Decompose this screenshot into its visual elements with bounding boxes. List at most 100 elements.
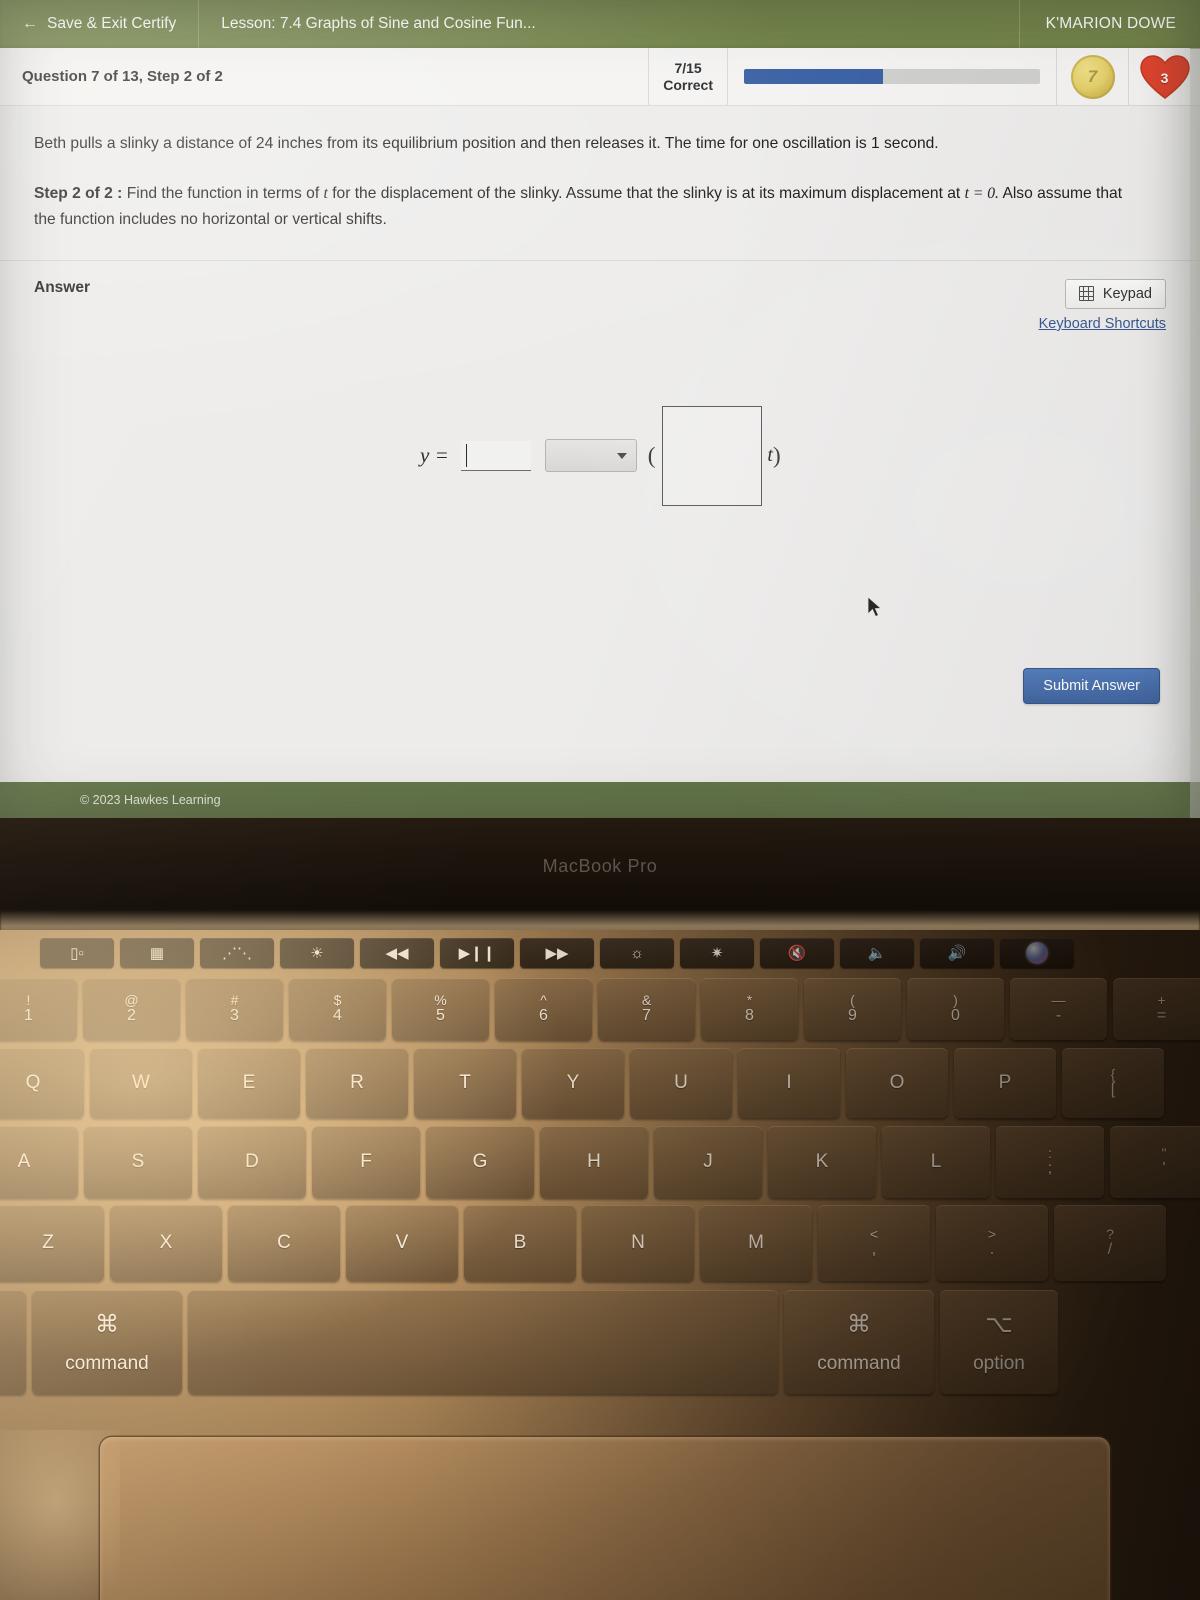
key-5-upper: % xyxy=(434,991,447,1008)
answer-tools: Keypad Keyboard Shortcuts xyxy=(1039,278,1166,332)
key-n[interactable]: N xyxy=(582,1205,694,1281)
key-v[interactable]: V xyxy=(346,1205,458,1281)
key-1[interactable]: ! 1 xyxy=(0,978,77,1040)
key-4[interactable]: $4 xyxy=(289,978,386,1040)
key-8-lower: 8 xyxy=(745,1007,754,1025)
key-7[interactable]: & 7 xyxy=(598,978,695,1040)
key-k-label: K xyxy=(815,1151,829,1172)
key-b[interactable]: B xyxy=(464,1205,576,1281)
launchpad-key[interactable]: ▦ xyxy=(120,938,194,968)
submit-answer-button[interactable]: Submit Answer xyxy=(1023,667,1160,704)
key-equals-lower: = xyxy=(1156,1007,1167,1025)
option-key-right[interactable]: ⌥ option xyxy=(940,1290,1058,1394)
key-h[interactable]: H xyxy=(540,1126,648,1198)
key-bracket-left[interactable]: {[ xyxy=(1062,1048,1164,1118)
key-period-upper: > xyxy=(987,1225,997,1242)
progress-track xyxy=(744,69,1040,84)
key-t[interactable]: T xyxy=(414,1048,516,1118)
brightness-up-key[interactable]: ✷ xyxy=(680,938,754,968)
key-6[interactable]: ^ 6 xyxy=(495,978,592,1040)
option-key-left[interactable]: ⌥ xyxy=(0,1290,26,1394)
question-prompt: Beth pulls a slinky a distance of 24 inc… xyxy=(34,135,939,152)
key-minus[interactable]: — - xyxy=(1010,978,1107,1040)
command-key-right-label: command xyxy=(817,1352,901,1374)
key-x[interactable]: X xyxy=(110,1205,222,1281)
answer-header: Answer Keypad Keyboard Shortcuts xyxy=(34,278,1166,332)
key-g[interactable]: G xyxy=(426,1126,534,1198)
key-r[interactable]: R xyxy=(306,1048,408,1118)
key-period[interactable]: >. xyxy=(936,1205,1048,1281)
key-2[interactable]: @2 xyxy=(83,978,180,1040)
coefficient-input[interactable] xyxy=(460,440,531,471)
brightness-down-key[interactable]: ☼ xyxy=(600,938,674,968)
key-m[interactable]: M xyxy=(700,1205,812,1281)
key-w[interactable]: W xyxy=(90,1048,192,1118)
key-u[interactable]: U xyxy=(630,1048,732,1118)
key-k[interactable]: K xyxy=(768,1126,876,1198)
key-j-label: J xyxy=(703,1151,713,1172)
progress-fill xyxy=(744,69,884,84)
key-9-lower: 9 xyxy=(848,1007,857,1025)
key-l[interactable]: L xyxy=(882,1126,990,1198)
key-e[interactable]: E xyxy=(198,1048,300,1118)
copyright-label: © 2023 Hawkes Learning xyxy=(80,793,221,807)
key-slash[interactable]: ? / xyxy=(1054,1205,1166,1281)
function-key-row: ▯▫ ▦ ⋰⋱ ☀ ◀◀ ▶❙❙ ▶▶ ☼ ✷ 🔇 🔈 🔊 xyxy=(40,938,1074,968)
key-equals[interactable]: + = xyxy=(1113,978,1200,1040)
mission-control-key[interactable]: ▯▫ xyxy=(40,938,114,968)
key-3-upper: # xyxy=(230,991,239,1008)
user-menu[interactable]: K'MARION DOWE xyxy=(1018,0,1200,48)
rewind-key[interactable]: ◀◀ xyxy=(360,938,434,968)
key-m-label: M xyxy=(748,1232,764,1253)
key-f[interactable]: F xyxy=(312,1126,420,1198)
lesson-title[interactable]: Lesson: 7.4 Graphs of Sine and Cosine Fu… xyxy=(199,0,558,48)
play-pause-key[interactable]: ▶❙❙ xyxy=(440,938,514,968)
argument-input-box[interactable] xyxy=(662,405,763,506)
key-p[interactable]: P xyxy=(954,1048,1056,1118)
key-d[interactable]: D xyxy=(198,1126,306,1198)
space-key[interactable] xyxy=(188,1290,778,1394)
key-8[interactable]: * 8 xyxy=(701,978,798,1040)
key-9[interactable]: (9 xyxy=(804,978,901,1040)
command-key-left[interactable]: ⌘ command xyxy=(32,1290,182,1394)
key-o[interactable]: O xyxy=(846,1048,948,1118)
key-j[interactable]: J xyxy=(654,1126,762,1198)
score-word: Correct xyxy=(663,76,713,93)
key-q[interactable]: Q xyxy=(0,1048,84,1118)
fast-forward-key[interactable]: ▶▶ xyxy=(520,938,594,968)
command-key-right[interactable]: ⌘ command xyxy=(784,1290,934,1394)
function-dropdown[interactable] xyxy=(544,439,637,473)
siri-key[interactable] xyxy=(1000,938,1074,968)
key-0[interactable]: ) 0 xyxy=(907,978,1004,1040)
question-step-instruction: Step 2 of 2 : Find the function in terms… xyxy=(34,181,1139,232)
key-a[interactable]: A xyxy=(0,1126,78,1198)
key-z[interactable]: Z xyxy=(0,1205,104,1281)
volume-down-key[interactable]: 🔈 xyxy=(840,938,914,968)
key-y[interactable]: Y xyxy=(522,1048,624,1118)
trackpad[interactable] xyxy=(100,1437,1110,1600)
keyboard-shortcuts-link[interactable]: Keyboard Shortcuts xyxy=(1039,316,1166,332)
open-paren: ( xyxy=(647,442,656,468)
close-paren: ) xyxy=(772,442,781,468)
keypad-button[interactable]: Keypad xyxy=(1064,278,1166,309)
key-comma[interactable]: <, xyxy=(818,1205,930,1281)
volume-up-key[interactable]: 🔊 xyxy=(920,938,994,968)
key-quote[interactable]: " ' xyxy=(1110,1126,1200,1198)
key-c[interactable]: C xyxy=(228,1205,340,1281)
key-semicolon[interactable]: :; xyxy=(996,1126,1104,1198)
key-s[interactable]: S xyxy=(84,1126,192,1198)
top-navigation-bar: ← Save & Exit Certify Lesson: 7.4 Graphs… xyxy=(0,0,1200,48)
key-2-lower: 2 xyxy=(127,1007,136,1025)
keyboard-brightness-up-key[interactable]: ☀ xyxy=(280,938,354,968)
keyboard-brightness-down-key[interactable]: ⋰⋱ xyxy=(200,938,274,968)
key-period-lower: . xyxy=(989,1241,995,1259)
key-3[interactable]: #3 xyxy=(186,978,283,1040)
key-i[interactable]: I xyxy=(738,1048,840,1118)
gold-coin-icon: 7 xyxy=(1070,54,1115,99)
mute-key[interactable]: 🔇 xyxy=(760,938,834,968)
save-and-exit-button[interactable]: ← Save & Exit Certify xyxy=(0,0,200,48)
screen-right-edge xyxy=(1190,0,1200,818)
key-9-upper: ( xyxy=(850,991,855,1008)
key-5[interactable]: % 5 xyxy=(392,978,489,1040)
key-r-label: R xyxy=(350,1072,364,1093)
